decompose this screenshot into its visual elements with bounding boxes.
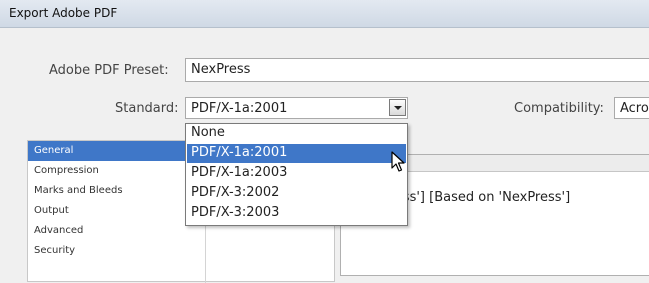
preset-label: Adobe PDF Preset: [49, 63, 169, 78]
option-pdfx-3-2003[interactable]: PDF/X-3:2003 [187, 204, 406, 223]
preset-combobox[interactable]: NexPress [185, 58, 649, 82]
mouse-cursor-icon [391, 151, 405, 172]
option-pdfx-1a-2003[interactable]: PDF/X-1a:2003 [187, 164, 406, 183]
option-label: PDF/X-1a:2001 [191, 145, 288, 160]
option-label: PDF/X-3:2003 [191, 205, 280, 220]
option-label: None [191, 125, 225, 140]
sidebar-item-label: Advanced [34, 225, 84, 236]
chevron-down-icon [394, 106, 402, 110]
standard-select[interactable]: PDF/X-1a:2001 [185, 97, 408, 119]
standard-dropdown-button[interactable] [389, 99, 406, 116]
sidebar-item-output[interactable]: Output [28, 201, 205, 221]
sidebar-item-security[interactable]: Security [28, 241, 205, 261]
standard-label: Standard: [115, 101, 179, 116]
sidebar-item-label: Security [34, 245, 76, 256]
option-pdfx-1a-2001[interactable]: PDF/X-1a:2001 [187, 144, 406, 163]
sidebar-item-label: Output [34, 205, 69, 216]
sidebar-item-label: Marks and Bleeds [34, 185, 123, 196]
window-title: Export Adobe PDF [9, 6, 118, 20]
standard-value: PDF/X-1a:2001 [191, 101, 288, 116]
sidebar-item-label: Compression [34, 165, 99, 176]
sidebar-item-advanced[interactable]: Advanced [28, 221, 205, 241]
standard-dropdown-list: None PDF/X-1a:2001 PDF/X-1a:2003 PDF/X-3… [185, 123, 408, 226]
compatibility-label: Compatibility: [514, 101, 604, 116]
sidebar-item-compression[interactable]: Compression [28, 161, 205, 181]
option-label: PDF/X-1a:2003 [191, 165, 288, 180]
title-bar: Export Adobe PDF [0, 0, 649, 28]
sidebar-item-general[interactable]: General [28, 141, 205, 161]
option-none[interactable]: None [187, 124, 406, 143]
preset-value: NexPress [191, 62, 251, 77]
option-pdfx-3-2002[interactable]: PDF/X-3:2002 [187, 184, 406, 203]
compatibility-select[interactable]: Acrol [614, 97, 649, 119]
compatibility-value: Acrol [620, 101, 649, 116]
sidebar-item-label: General [34, 145, 74, 156]
sidebar-item-marks-and-bleeds[interactable]: Marks and Bleeds [28, 181, 205, 201]
option-label: PDF/X-3:2002 [191, 185, 280, 200]
